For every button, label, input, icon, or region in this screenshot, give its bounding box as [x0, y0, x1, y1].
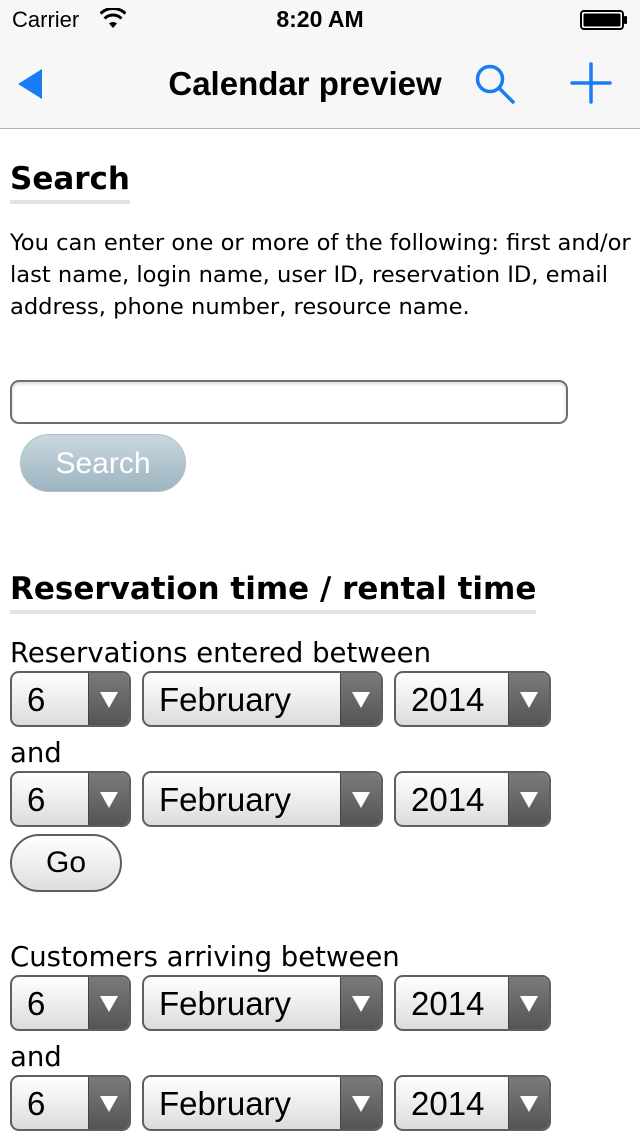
arriving-to-day-select[interactable]: 6 — [10, 1075, 131, 1131]
dropdown-arrow-icon — [340, 673, 381, 725]
dropdown-arrow-icon — [340, 1077, 381, 1129]
select-value: 2014 — [411, 781, 485, 818]
status-time: 8:20 AM — [276, 6, 364, 32]
battery-icon — [580, 10, 628, 30]
select-value: 2014 — [411, 985, 485, 1022]
select-value: February — [159, 681, 292, 718]
select-value: 6 — [27, 1085, 46, 1122]
select-value: February — [159, 1085, 292, 1122]
select-value: February — [159, 985, 292, 1022]
add-button[interactable] — [568, 60, 614, 106]
search-description: You can enter one or more of the followi… — [10, 230, 631, 320]
select-value: 2014 — [411, 1085, 485, 1122]
arriving-from-month-select[interactable]: February — [142, 975, 383, 1031]
dropdown-arrow-icon — [508, 1077, 549, 1129]
search-heading: Search — [10, 161, 131, 204]
navigation-bar: Calendar preview — [0, 40, 640, 129]
arriving-from-year-select[interactable]: 2014 — [394, 975, 551, 1031]
arriving-from-day-select[interactable]: 6 — [10, 975, 131, 1031]
entered-and-label: and — [10, 737, 62, 769]
go-button[interactable]: Go — [10, 834, 122, 892]
dropdown-arrow-icon — [88, 1077, 129, 1129]
select-value: 6 — [27, 985, 46, 1022]
select-value: 2014 — [411, 681, 485, 718]
arriving-to-month-select[interactable]: February — [142, 1075, 383, 1131]
back-arrow-icon — [18, 69, 42, 99]
dropdown-arrow-icon — [88, 773, 129, 825]
status-bar: Carrier 8:20 AM — [0, 0, 640, 40]
arriving-to-year-select[interactable]: 2014 — [394, 1075, 551, 1131]
back-button[interactable] — [14, 62, 54, 106]
arriving-between-label: Customers arriving between — [10, 941, 400, 973]
dropdown-arrow-icon — [508, 673, 549, 725]
dropdown-arrow-icon — [508, 773, 549, 825]
arriving-and-label: and — [10, 1041, 62, 1073]
entered-from-month-select[interactable]: February — [142, 671, 383, 727]
search-input[interactable] — [10, 380, 568, 424]
entered-between-label: Reservations entered between — [10, 637, 431, 669]
entered-from-day-select[interactable]: 6 — [10, 671, 131, 727]
dropdown-arrow-icon — [508, 977, 549, 1029]
entered-to-day-select[interactable]: 6 — [10, 771, 131, 827]
dropdown-arrow-icon — [88, 673, 129, 725]
search-icon — [475, 64, 515, 104]
search-submit-button[interactable]: Search — [20, 434, 186, 492]
reservation-heading: Reservation time / rental time — [10, 571, 537, 614]
dropdown-arrow-icon — [88, 977, 129, 1029]
dropdown-arrow-icon — [340, 773, 381, 825]
page-title: Calendar preview — [168, 65, 442, 102]
entered-from-year-select[interactable]: 2014 — [394, 671, 551, 727]
select-value: 6 — [27, 681, 46, 718]
select-value: February — [159, 781, 292, 818]
search-button[interactable] — [473, 62, 517, 106]
dropdown-arrow-icon — [340, 977, 381, 1029]
plus-icon — [570, 62, 612, 104]
entered-to-year-select[interactable]: 2014 — [394, 771, 551, 827]
entered-to-month-select[interactable]: February — [142, 771, 383, 827]
select-value: 6 — [27, 781, 46, 818]
